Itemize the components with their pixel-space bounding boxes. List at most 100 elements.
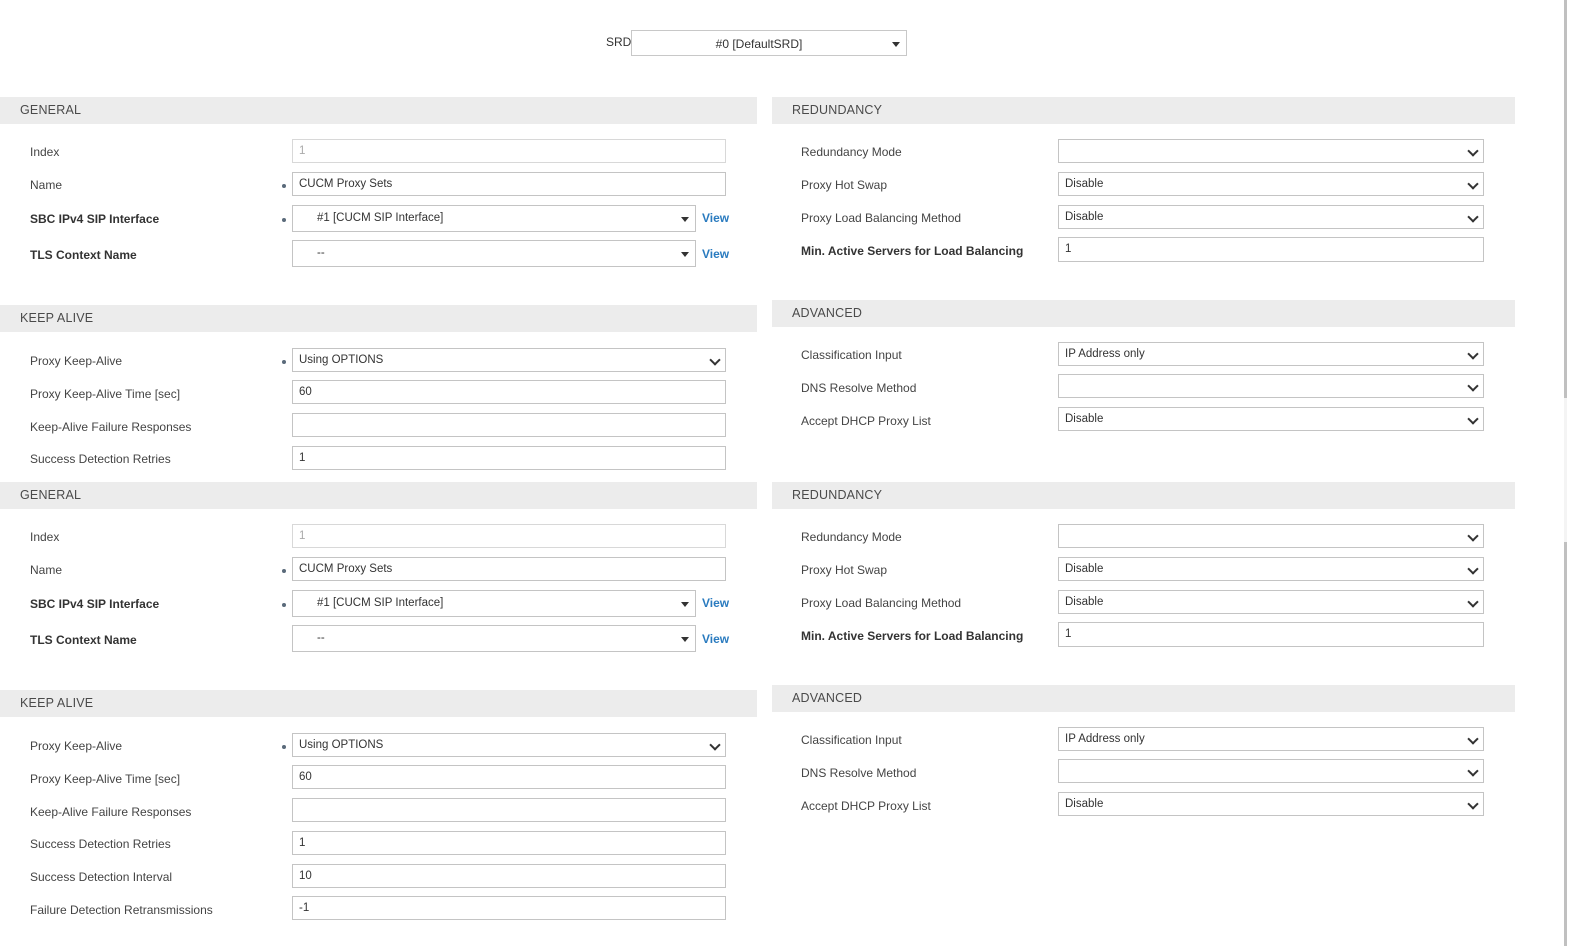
dns-resolve-label: DNS Resolve Method xyxy=(801,766,917,780)
min-active-servers-label: Min. Active Servers for Load Balancing xyxy=(801,629,1024,643)
tls-context-select[interactable]: -- xyxy=(292,240,696,267)
sip-interface-view-link[interactable]: View xyxy=(702,596,729,610)
success-retries-value: 1 xyxy=(299,452,306,464)
name-input[interactable]: CUCM Proxy Sets xyxy=(292,557,726,581)
load-balancing-value: Disable xyxy=(1065,596,1104,608)
name-input[interactable]: CUCM Proxy Sets xyxy=(292,172,726,196)
keep-alive-time-label: Proxy Keep-Alive Time [sec] xyxy=(30,772,181,786)
dns-resolve-select[interactable] xyxy=(1058,759,1484,783)
min-active-servers-input[interactable]: 1 xyxy=(1058,622,1484,647)
redundancy-mode-select[interactable] xyxy=(1058,524,1484,548)
keep-alive-failure-input[interactable] xyxy=(292,413,726,437)
sip-interface-select[interactable]: #1 [CUCM SIP Interface] xyxy=(292,205,696,232)
chevron-down-icon xyxy=(709,354,721,366)
min-active-servers-input[interactable]: 1 xyxy=(1058,237,1484,262)
vertical-scrollbar[interactable] xyxy=(1564,0,1567,946)
load-balancing-value: Disable xyxy=(1065,211,1104,223)
name-value: CUCM Proxy Sets xyxy=(299,563,393,575)
srd-label: SRD xyxy=(606,35,632,49)
caret-down-icon xyxy=(681,252,689,257)
proxy-hot-swap-label: Proxy Hot Swap xyxy=(801,178,888,192)
dns-resolve-select[interactable] xyxy=(1058,374,1484,398)
success-interval-label: Success Detection Interval xyxy=(30,870,173,884)
failure-retransmissions-value: -1 xyxy=(299,902,310,914)
dhcp-proxy-list-label: Accept DHCP Proxy List xyxy=(801,414,931,428)
load-balancing-select[interactable]: Disable xyxy=(1058,205,1484,229)
proxy-hot-swap-value: Disable xyxy=(1065,178,1104,190)
dhcp-proxy-list-select[interactable]: Disable xyxy=(1058,792,1484,816)
keep-alive-time-value: 60 xyxy=(299,771,312,783)
load-balancing-label: Proxy Load Balancing Method xyxy=(801,211,962,225)
chevron-down-icon xyxy=(1467,765,1479,777)
classification-input-label: Classification Input xyxy=(801,733,902,747)
redundancy-mode-label: Redundancy Mode xyxy=(801,530,902,544)
chevron-down-icon xyxy=(1467,380,1479,392)
name-label: Name xyxy=(30,563,63,577)
required-dot-icon xyxy=(282,569,286,573)
success-retries-input[interactable]: 1 xyxy=(292,446,726,470)
load-balancing-label: Proxy Load Balancing Method xyxy=(801,596,962,610)
chevron-down-icon xyxy=(1467,178,1479,190)
redundancy-section-header: REDUNDANCY xyxy=(772,482,1515,509)
keep-alive-time-value: 60 xyxy=(299,386,312,398)
chevron-down-icon xyxy=(1467,733,1479,745)
chevron-down-icon xyxy=(1467,563,1479,575)
redundancy-section-header: REDUNDANCY xyxy=(772,97,1515,124)
proxy-keep-alive-select[interactable]: Using OPTIONS xyxy=(292,733,726,757)
proxy-hot-swap-select[interactable]: Disable xyxy=(1058,172,1484,196)
proxy-hot-swap-select[interactable]: Disable xyxy=(1058,557,1484,581)
failure-retransmissions-label: Failure Detection Retransmissions xyxy=(30,903,213,917)
required-dot-icon xyxy=(282,603,286,607)
advanced-section-header: ADVANCED xyxy=(772,300,1515,327)
classification-input-select[interactable]: IP Address only xyxy=(1058,342,1484,366)
keep-alive-time-input[interactable]: 60 xyxy=(292,765,726,789)
required-dot-icon xyxy=(282,184,286,188)
dhcp-proxy-list-select[interactable]: Disable xyxy=(1058,407,1484,431)
redundancy-mode-select[interactable] xyxy=(1058,139,1484,163)
failure-retransmissions-input[interactable]: -1 xyxy=(292,896,726,920)
chevron-down-icon xyxy=(1467,211,1479,223)
general-section-header: GENERAL xyxy=(0,97,757,124)
success-retries-input[interactable]: 1 xyxy=(292,831,726,855)
sip-interface-label: SBC IPv4 SIP Interface xyxy=(30,597,160,611)
keep-alive-failure-input[interactable] xyxy=(292,798,726,822)
sip-interface-view-link[interactable]: View xyxy=(702,211,729,225)
redundancy-mode-label: Redundancy Mode xyxy=(801,145,902,159)
min-active-servers-value: 1 xyxy=(1065,243,1072,255)
classification-input-select[interactable]: IP Address only xyxy=(1058,727,1484,751)
name-value: CUCM Proxy Sets xyxy=(299,178,393,190)
chevron-down-icon xyxy=(1467,596,1479,608)
classification-input-value: IP Address only xyxy=(1065,733,1145,745)
caret-down-icon xyxy=(681,217,689,222)
scrollbar-thumb[interactable] xyxy=(1564,542,1567,946)
tls-context-select[interactable]: -- xyxy=(292,625,696,652)
tls-context-view-link[interactable]: View xyxy=(702,247,729,261)
keep-alive-section-header: KEEP ALIVE xyxy=(0,305,757,332)
classification-input-label: Classification Input xyxy=(801,348,902,362)
index-value: 1 xyxy=(299,145,306,157)
name-label: Name xyxy=(30,178,63,192)
caret-down-icon xyxy=(892,42,900,47)
proxy-keep-alive-value: Using OPTIONS xyxy=(299,354,384,366)
chevron-down-icon xyxy=(1467,530,1479,542)
proxy-keep-alive-select[interactable]: Using OPTIONS xyxy=(292,348,726,372)
keep-alive-time-input[interactable]: 60 xyxy=(292,380,726,404)
success-retries-label: Success Detection Retries xyxy=(30,452,171,466)
scrollbar-thumb[interactable] xyxy=(1564,0,1567,398)
classification-input-value: IP Address only xyxy=(1065,348,1145,360)
tls-context-view-link[interactable]: View xyxy=(702,632,729,646)
keep-alive-failure-label: Keep-Alive Failure Responses xyxy=(30,805,192,819)
tls-context-value: -- xyxy=(317,247,325,259)
keep-alive-failure-label: Keep-Alive Failure Responses xyxy=(30,420,192,434)
chevron-down-icon xyxy=(1467,348,1479,360)
srd-select[interactable]: #0 [DefaultSRD] xyxy=(631,30,907,56)
index-label: Index xyxy=(30,530,60,544)
keep-alive-time-label: Proxy Keep-Alive Time [sec] xyxy=(30,387,181,401)
success-interval-input[interactable]: 10 xyxy=(292,864,726,888)
general-section-header: GENERAL xyxy=(0,482,757,509)
load-balancing-select[interactable]: Disable xyxy=(1058,590,1484,614)
required-dot-icon xyxy=(282,218,286,222)
srd-select-value: #0 [DefaultSRD] xyxy=(715,37,803,51)
chevron-down-icon xyxy=(709,739,721,751)
sip-interface-select[interactable]: #1 [CUCM SIP Interface] xyxy=(292,590,696,617)
